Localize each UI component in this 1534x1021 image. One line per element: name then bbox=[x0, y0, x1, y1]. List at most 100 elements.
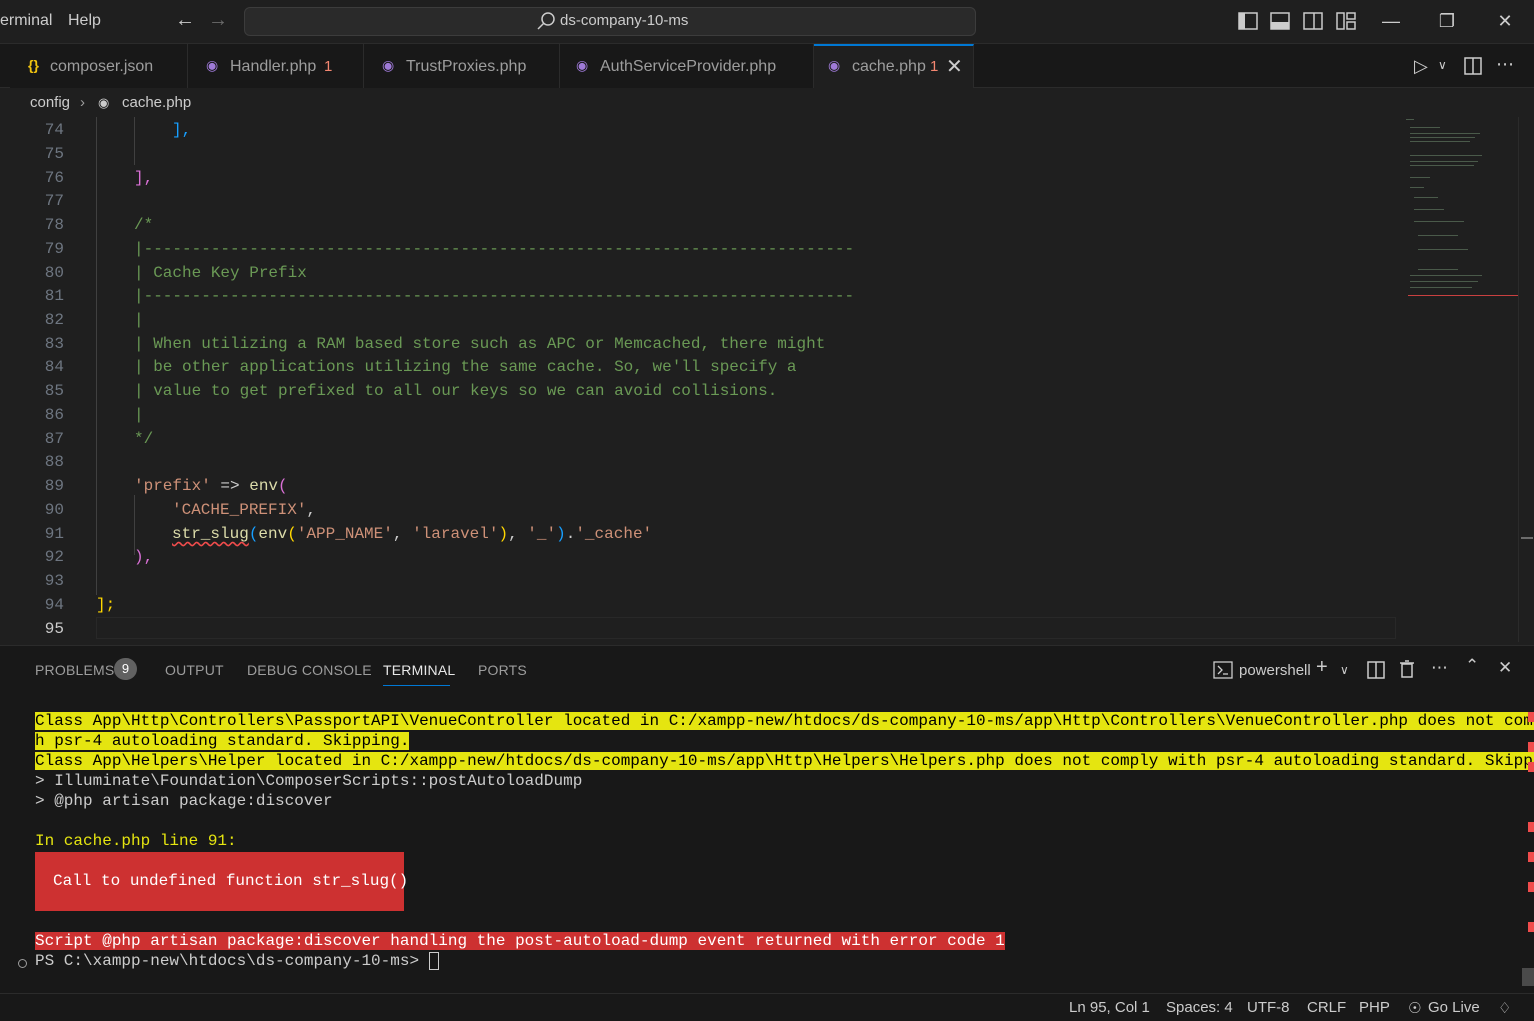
menu-help[interactable]: Help bbox=[68, 12, 101, 30]
scrollbar-error-marker bbox=[1528, 822, 1534, 832]
string-token: 'prefix' bbox=[134, 477, 211, 495]
split-editor-icon[interactable] bbox=[1464, 57, 1482, 75]
toggle-secondary-sidebar-icon[interactable] bbox=[1303, 12, 1323, 30]
bracket-token: ) bbox=[498, 525, 509, 543]
breadcrumb-folder[interactable]: config bbox=[30, 94, 70, 111]
minimap-line bbox=[1410, 133, 1480, 134]
scrollbar-error-marker bbox=[1528, 852, 1534, 862]
code-line: ]; bbox=[96, 596, 116, 614]
line-number: 92 bbox=[44, 548, 64, 566]
close-window-icon[interactable]: ✕ bbox=[1494, 10, 1516, 32]
minimap-line bbox=[1410, 281, 1478, 282]
tab-problems[interactable]: PROBLEMS bbox=[35, 662, 114, 678]
minimap-line bbox=[1410, 161, 1478, 162]
tab-authserviceprovider-php[interactable]: ◉ AuthServiceProvider.php bbox=[560, 44, 814, 88]
menu-terminal[interactable]: erminal bbox=[0, 12, 52, 30]
minimap-line bbox=[1410, 177, 1430, 178]
trash-icon[interactable] bbox=[1399, 660, 1415, 678]
breadcrumb-file[interactable]: cache.php bbox=[122, 94, 191, 111]
line-number: 84 bbox=[44, 358, 64, 376]
run-icon[interactable]: ▷ bbox=[1414, 56, 1428, 77]
minimap[interactable] bbox=[1398, 117, 1518, 642]
close-panel-icon[interactable]: ✕ bbox=[1498, 658, 1512, 678]
tab-label: Handler.php bbox=[230, 58, 317, 75]
scrollbar-thumb[interactable] bbox=[1521, 537, 1533, 539]
script-error-text: Script @php artisan package:discover han… bbox=[35, 932, 1005, 950]
language-mode[interactable]: PHP bbox=[1359, 999, 1390, 1016]
minimap-line bbox=[1414, 209, 1444, 210]
terminal-output-line: In cache.php line 91: bbox=[35, 832, 237, 850]
encoding[interactable]: UTF-8 bbox=[1247, 999, 1290, 1016]
line-number: 77 bbox=[44, 192, 64, 210]
tab-composer-json[interactable]: {} composer.json bbox=[10, 44, 188, 88]
forward-arrow-icon[interactable]: → bbox=[208, 9, 228, 32]
go-live-button[interactable]: Go Live bbox=[1428, 999, 1480, 1016]
restore-icon[interactable]: ❐ bbox=[1436, 10, 1458, 32]
comment-line: | be other applications utilizing the sa… bbox=[134, 358, 797, 376]
comment-line: |---------------------------------------… bbox=[134, 287, 855, 305]
terminal-prompt[interactable]: PS C:\xampp-new\htdocs\ds-company-10-ms> bbox=[35, 951, 439, 971]
minimap-line bbox=[1410, 127, 1440, 128]
editor-scrollbar[interactable] bbox=[1518, 117, 1534, 642]
command-status-icon[interactable] bbox=[18, 959, 27, 968]
end-of-line[interactable]: CRLF bbox=[1307, 999, 1346, 1016]
cursor-position[interactable]: Ln 95, Col 1 bbox=[1069, 999, 1150, 1016]
terminal-scrollbar-thumb[interactable] bbox=[1522, 968, 1534, 986]
php-file-icon: ◉ bbox=[98, 95, 110, 110]
warning-text: Class App\Http\Controllers\PassportAPI\V… bbox=[35, 712, 1534, 730]
more-actions-icon[interactable]: ⋯ bbox=[1496, 54, 1514, 75]
code-line: ), bbox=[134, 548, 154, 566]
chevron-down-icon[interactable]: ∨ bbox=[1340, 663, 1349, 677]
terminal-output-line: Class App\Helpers\Helper located in C:/x… bbox=[35, 751, 1534, 771]
line-number: 88 bbox=[44, 453, 64, 471]
minimap-line bbox=[1410, 141, 1470, 142]
search-text: ds-company-10-ms bbox=[560, 12, 689, 29]
customize-layout-icon[interactable] bbox=[1336, 12, 1356, 30]
terminal-shell-name[interactable]: powershell bbox=[1239, 662, 1311, 679]
bell-icon[interactable]: ♢ bbox=[1498, 999, 1511, 1017]
punctuation-token: , bbox=[306, 501, 317, 519]
string-token: '_cache' bbox=[575, 525, 653, 543]
toggle-primary-sidebar-icon[interactable] bbox=[1238, 12, 1258, 30]
minimap-line bbox=[1418, 235, 1458, 236]
terminal-output-line: Class App\Http\Controllers\PassportAPI\V… bbox=[35, 711, 1534, 731]
search-icon bbox=[537, 12, 555, 30]
punctuation-token: , bbox=[392, 525, 413, 543]
scrollbar-error-marker bbox=[1528, 922, 1534, 932]
problem-count-badge: 1 bbox=[324, 58, 333, 75]
tab-debug-console[interactable]: DEBUG CONSOLE bbox=[247, 662, 372, 678]
tab-label: TrustProxies.php bbox=[406, 58, 527, 75]
tab-terminal[interactable]: TERMINAL bbox=[383, 662, 455, 678]
undefined-function-token: str_slug bbox=[172, 525, 249, 543]
minimize-icon[interactable]: — bbox=[1380, 10, 1402, 32]
tab-output[interactable]: OUTPUT bbox=[165, 662, 224, 678]
line-number: 80 bbox=[44, 264, 64, 282]
terminal-output-line: Script @php artisan package:discover han… bbox=[35, 931, 1005, 951]
punctuation-token: , bbox=[508, 525, 528, 543]
line-number: 76 bbox=[44, 169, 64, 187]
line-number: 93 bbox=[44, 572, 64, 590]
comment-line: | bbox=[134, 406, 144, 424]
tab-ports[interactable]: PORTS bbox=[478, 662, 527, 678]
current-line-highlight bbox=[96, 617, 1396, 639]
maximize-panel-icon[interactable]: ⌃ bbox=[1465, 656, 1479, 676]
string-token: 'CACHE_PREFIX' bbox=[172, 501, 307, 519]
tab-handler-php[interactable]: ◉ Handler.php 1 bbox=[188, 44, 364, 88]
more-actions-icon[interactable]: ⋯ bbox=[1431, 658, 1448, 678]
tab-trustproxies-php[interactable]: ◉ TrustProxies.php bbox=[364, 44, 560, 88]
toggle-panel-icon[interactable] bbox=[1270, 12, 1290, 30]
tab-cache-php[interactable]: ◉ cache.php 1 ✕ bbox=[814, 44, 974, 88]
close-tab-icon[interactable]: ✕ bbox=[946, 54, 963, 79]
back-arrow-icon[interactable]: ← bbox=[175, 9, 195, 32]
code-editor[interactable]: 74 75 76 77 78 79 80 81 82 83 84 85 86 8… bbox=[10, 117, 1396, 642]
minimap-line bbox=[1410, 275, 1482, 276]
terminal-output-line: > Illuminate\Foundation\ComposerScripts:… bbox=[35, 772, 583, 790]
chevron-right-icon: › bbox=[80, 94, 85, 111]
split-terminal-icon[interactable] bbox=[1367, 661, 1385, 679]
comment-line: |---------------------------------------… bbox=[134, 240, 855, 258]
new-terminal-icon[interactable]: + bbox=[1316, 656, 1328, 679]
chevron-down-icon[interactable]: ∨ bbox=[1438, 58, 1447, 72]
terminal-output-line: > @php artisan package:discover bbox=[35, 792, 333, 810]
problems-count-badge: 9 bbox=[114, 658, 137, 680]
indentation[interactable]: Spaces: 4 bbox=[1166, 999, 1233, 1016]
